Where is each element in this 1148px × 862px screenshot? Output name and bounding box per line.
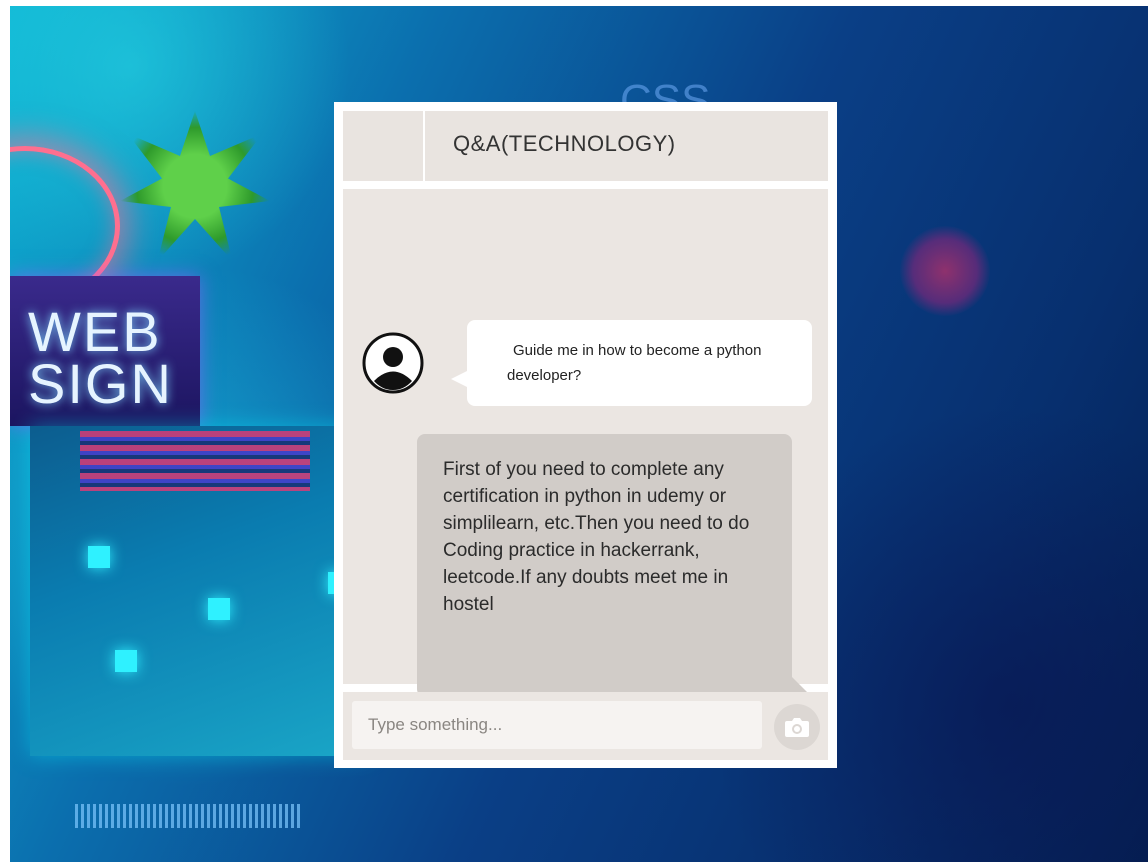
camera-button[interactable]	[774, 704, 820, 750]
reply-message-text: First of you need to complete any certif…	[443, 459, 750, 615]
bokeh-decoration	[900, 226, 990, 316]
plant-decoration	[120, 111, 270, 261]
glow-square-decoration	[115, 650, 137, 672]
chat-body: Guide me in how to become a python devel…	[343, 189, 828, 697]
chat-title: Q&A(TECHNOLOGY)	[453, 131, 676, 156]
page: WEB SIGN CSS Q&A(TECHNOLOGY) Guide me in…	[0, 0, 1148, 862]
user-avatar-icon	[362, 332, 424, 394]
glow-square-decoration	[208, 598, 230, 620]
camera-icon	[785, 718, 809, 737]
chat-window: Q&A(TECHNOLOGY) Guide me in how to becom…	[334, 102, 837, 768]
message-input[interactable]	[352, 701, 762, 749]
incoming-message: Guide me in how to become a python devel…	[467, 320, 812, 406]
web-design-decoration-text: WEB SIGN	[28, 300, 173, 415]
incoming-message-text: Guide me in how to become a python devel…	[507, 342, 762, 384]
code-lines-decoration	[80, 431, 310, 491]
waveform-decoration	[75, 804, 300, 828]
reply-message: First of you need to complete any certif…	[417, 434, 792, 697]
glow-square-decoration	[88, 546, 110, 568]
chat-footer	[343, 692, 828, 760]
chat-header: Q&A(TECHNOLOGY)	[343, 111, 828, 181]
header-left-panel	[343, 111, 425, 181]
